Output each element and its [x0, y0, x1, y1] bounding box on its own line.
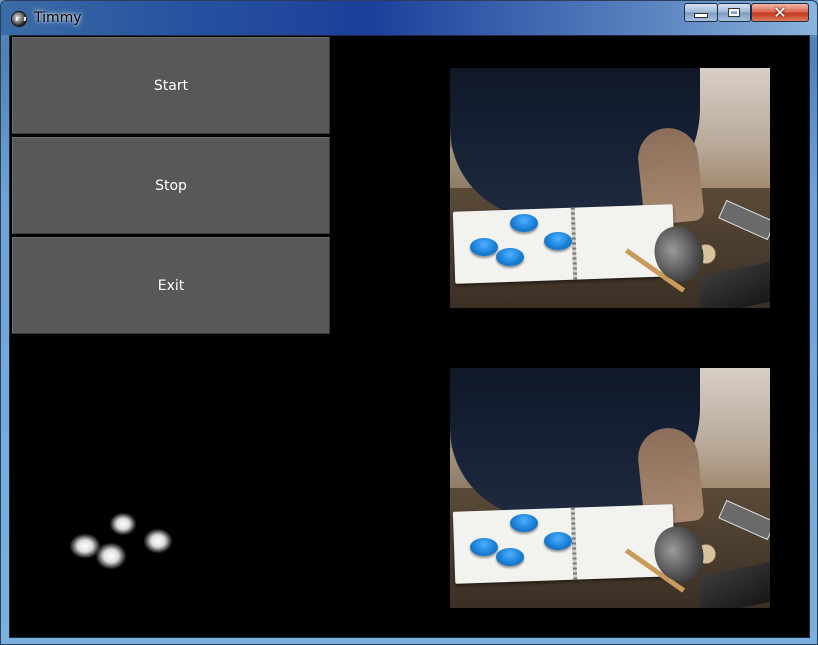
- blue-marker: [544, 532, 572, 550]
- minimize-button[interactable]: [684, 3, 718, 22]
- minimize-icon: [694, 13, 708, 18]
- maximize-button[interactable]: [718, 3, 751, 22]
- mask-blob: [96, 543, 126, 569]
- threshold-mask-view: [60, 501, 200, 581]
- blue-marker: [496, 548, 524, 566]
- blue-marker: [510, 514, 538, 532]
- camera-feed-bottom: [450, 368, 770, 608]
- wall: [690, 368, 770, 498]
- blue-marker: [510, 214, 538, 232]
- mask-blob: [144, 529, 172, 553]
- blue-marker: [470, 538, 498, 556]
- blue-marker: [544, 232, 572, 250]
- blue-marker: [496, 248, 524, 266]
- blue-marker: [470, 238, 498, 256]
- exit-button[interactable]: Exit: [12, 237, 330, 334]
- close-icon: ✕: [773, 2, 787, 22]
- window-title: Timmy: [34, 10, 82, 26]
- stop-button[interactable]: Stop: [12, 137, 330, 234]
- maximize-icon: [728, 8, 740, 17]
- client-area: Start Stop Exit: [9, 35, 810, 638]
- camera-feed-top: [450, 68, 770, 308]
- mask-blob: [110, 513, 136, 535]
- title-bar[interactable]: Timmy ✕: [1, 1, 817, 35]
- app-logo-icon[interactable]: [11, 11, 27, 27]
- wall: [690, 68, 770, 198]
- start-button[interactable]: Start: [12, 37, 330, 134]
- close-button[interactable]: ✕: [751, 3, 809, 22]
- app-window: Timmy ✕ Start Stop Exit: [0, 0, 818, 645]
